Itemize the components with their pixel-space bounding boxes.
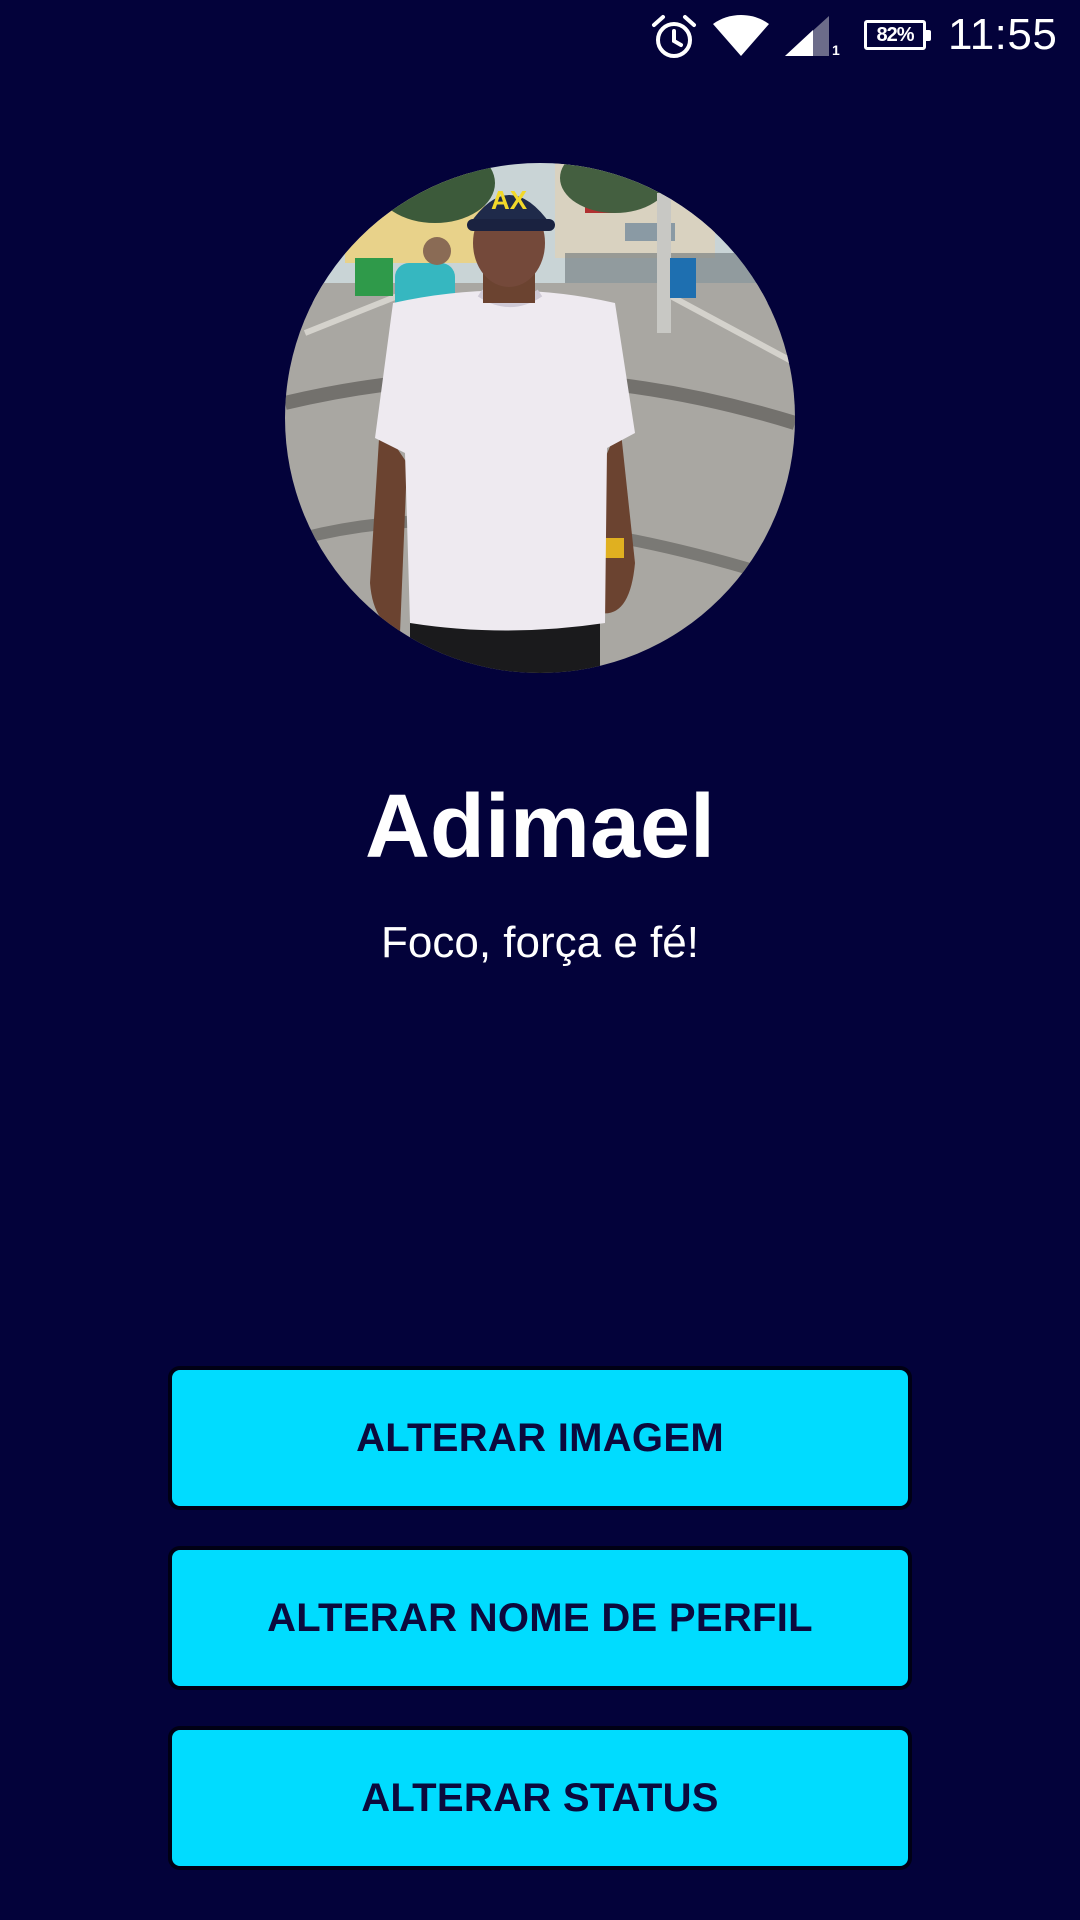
status-bar: 1 82% 11:55 <box>0 0 1080 74</box>
change-image-button[interactable]: ALTERAR IMAGEM <box>168 1366 912 1510</box>
battery-level: 82% <box>876 23 914 46</box>
wifi-icon <box>713 15 769 56</box>
cell-signal-icon <box>785 16 829 56</box>
profile-avatar[interactable]: AX <box>285 163 795 673</box>
avatar-photo: AX <box>285 163 795 673</box>
svg-text:AX: AX <box>491 185 528 215</box>
battery-icon: 82% <box>864 20 931 50</box>
sim-slot-label: 1 <box>832 42 840 58</box>
profile-status-text: Foco, força e fé! <box>381 918 699 967</box>
profile-name: Adimael <box>364 777 716 877</box>
change-profile-name-button[interactable]: ALTERAR NOME DE PERFIL <box>168 1546 912 1690</box>
change-status-button[interactable]: ALTERAR STATUS <box>168 1726 912 1870</box>
alarm-icon <box>652 15 696 58</box>
clock: 11:55 <box>948 10 1058 59</box>
